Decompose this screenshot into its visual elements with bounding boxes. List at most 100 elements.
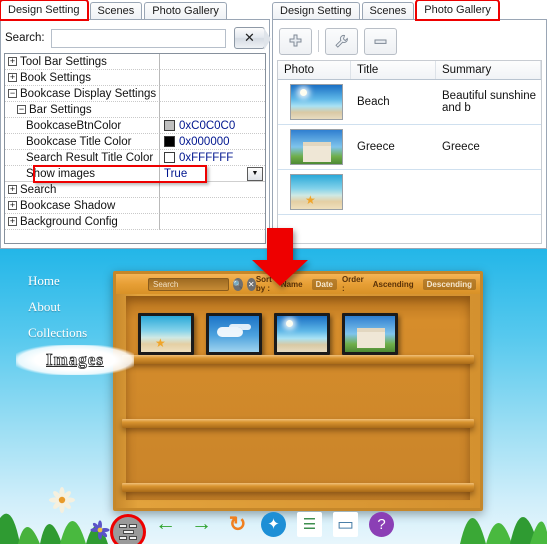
property-row[interactable]: + Background Config: [5, 214, 265, 230]
property-value-cell[interactable]: 0xFFFFFF: [160, 150, 265, 166]
property-value-cell[interactable]: [160, 70, 265, 86]
remove-button[interactable]: [364, 27, 397, 55]
table-row[interactable]: Greece Greece: [278, 125, 541, 170]
shelf-photo-frame[interactable]: [342, 313, 398, 355]
expand-icon[interactable]: +: [8, 217, 17, 227]
right-tab-design-setting[interactable]: Design Setting: [272, 2, 360, 20]
property-name: Bar Settings: [29, 104, 92, 116]
shelf-photo-frame[interactable]: [206, 313, 262, 355]
bookcase-search-input[interactable]: Search: [148, 277, 229, 291]
magnifier-icon[interactable]: 🔍: [232, 277, 243, 291]
search-input[interactable]: [50, 28, 226, 48]
expand-icon[interactable]: +: [8, 57, 17, 67]
property-name: Bookcase Shadow: [20, 200, 116, 212]
property-value-cell[interactable]: [160, 198, 265, 214]
column-header[interactable]: Title: [351, 61, 436, 79]
table-row[interactable]: Beach Beautiful sunshine and b: [278, 80, 541, 125]
property-value-cell[interactable]: True ▼: [160, 166, 265, 182]
property-value-cell[interactable]: [160, 182, 265, 198]
property-row[interactable]: Show images True ▼: [5, 166, 265, 182]
preview-dock: ← → ↻ ✦ ☰ ▭?: [0, 504, 547, 544]
expand-icon[interactable]: +: [8, 201, 17, 211]
color-swatch: [164, 136, 175, 147]
shelf-items: [132, 303, 464, 355]
collapse-icon[interactable]: −: [17, 105, 26, 115]
property-row[interactable]: − Bookcase Display Settings: [5, 86, 265, 102]
close-icon[interactable]: ✕: [246, 277, 256, 291]
nav-item-about[interactable]: About: [18, 299, 128, 315]
bookcase-preview: Home About Collections Images Search 🔍 ✕ S…: [0, 249, 547, 544]
property-row[interactable]: + Tool Bar Settings: [5, 54, 265, 70]
column-header[interactable]: Photo: [278, 61, 351, 79]
order-option-ascending[interactable]: Ascending: [369, 279, 418, 290]
photo-cell: [278, 170, 351, 214]
forward-icon[interactable]: →: [189, 512, 214, 537]
property-row[interactable]: + Search: [5, 182, 265, 198]
property-row[interactable]: Bookcase Title Color 0x000000: [5, 134, 265, 150]
edit-button[interactable]: [325, 27, 358, 55]
clear-search-button[interactable]: ✕: [234, 27, 271, 50]
summary-cell: [436, 170, 541, 214]
expand-icon[interactable]: +: [8, 73, 17, 83]
left-tab-scenes[interactable]: Scenes: [89, 2, 143, 20]
property-name: Search: [20, 184, 57, 196]
nav-item-collections[interactable]: Collections: [18, 325, 128, 341]
nav-item-images[interactable]: Images: [16, 345, 134, 375]
help-icon[interactable]: ?: [369, 511, 394, 537]
property-name-cell: + Search: [5, 182, 160, 198]
property-name: Search Result Title Color: [26, 152, 154, 164]
shelf-board: [122, 483, 474, 492]
summary-cell: Greece: [442, 141, 480, 153]
property-row[interactable]: Search Result Title Color 0xFFFFFF: [5, 150, 265, 166]
property-name: Tool Bar Settings: [20, 56, 107, 68]
nav-item-home[interactable]: Home: [18, 273, 128, 289]
shelf-photo-frame[interactable]: [138, 313, 194, 355]
greece-thumbnail: [290, 129, 343, 165]
bookcase-toolbar: Search 🔍 ✕ Sort by : Name Date Order : A…: [116, 274, 480, 294]
property-value-cell[interactable]: [160, 54, 265, 70]
back-icon[interactable]: ←: [153, 512, 178, 537]
order-option-descending[interactable]: Descending: [422, 278, 476, 290]
property-grid[interactable]: + Tool Bar Settings + Book Settings − Bookcas…: [4, 53, 266, 244]
sort-option-date[interactable]: Date: [311, 278, 337, 290]
table-row[interactable]: [278, 170, 541, 215]
column-header[interactable]: Summary: [436, 61, 541, 79]
left-tab-design-setting[interactable]: Design Setting: [0, 0, 89, 21]
color-swatch: [164, 120, 175, 131]
property-value-cell[interactable]: [160, 214, 265, 230]
shelf-photo-frame[interactable]: [274, 313, 330, 355]
toolbar-separator: [318, 30, 319, 52]
refresh-icon[interactable]: ↻: [225, 512, 250, 537]
right-tab-photo-gallery[interactable]: Photo Gallery: [415, 0, 500, 21]
property-value: 0xFFFFFF: [179, 151, 234, 164]
order-label: Order :: [341, 275, 364, 293]
list-icon[interactable]: ☰: [297, 511, 322, 537]
property-row[interactable]: + Bookcase Shadow: [5, 198, 265, 214]
sort-option-name[interactable]: Name: [277, 279, 307, 290]
property-value: 0x000000: [179, 135, 230, 148]
add-button[interactable]: [279, 27, 312, 55]
list-menu-icon[interactable]: [110, 514, 146, 544]
property-value-cell[interactable]: [160, 102, 265, 118]
photo-table-body[interactable]: Beach Beautiful sunshine and b Greece Greec…: [278, 80, 541, 215]
chevron-down-icon[interactable]: ▼: [247, 167, 263, 181]
collapse-icon[interactable]: −: [8, 89, 17, 99]
property-row[interactable]: BookcaseBtnColor 0xC0C0C0: [5, 118, 265, 134]
property-value-cell[interactable]: [160, 86, 265, 102]
right-tab-scenes[interactable]: Scenes: [361, 2, 415, 20]
property-name: Book Settings: [20, 72, 91, 84]
left-tab-strip: Design Setting Scenes Photo Gallery: [0, 0, 229, 21]
share-icon[interactable]: ✦: [261, 511, 286, 537]
starfish-thumbnail: [290, 174, 343, 210]
property-name-cell: − Bookcase Display Settings: [5, 86, 160, 102]
expand-icon[interactable]: +: [8, 185, 17, 195]
monitor-icon[interactable]: ▭: [333, 511, 358, 537]
property-name-cell: + Book Settings: [5, 70, 160, 86]
property-value-cell[interactable]: 0xC0C0C0: [160, 118, 265, 134]
left-tab-photo-gallery[interactable]: Photo Gallery: [144, 2, 227, 20]
property-row[interactable]: + Book Settings: [5, 70, 265, 86]
photo-table[interactable]: Photo Title Summary Beach Beautiful sunshin…: [277, 60, 542, 244]
property-row[interactable]: − Bar Settings: [5, 102, 265, 118]
sort-by-label: Sort by :: [255, 275, 272, 293]
property-value-cell[interactable]: 0x000000: [160, 134, 265, 150]
